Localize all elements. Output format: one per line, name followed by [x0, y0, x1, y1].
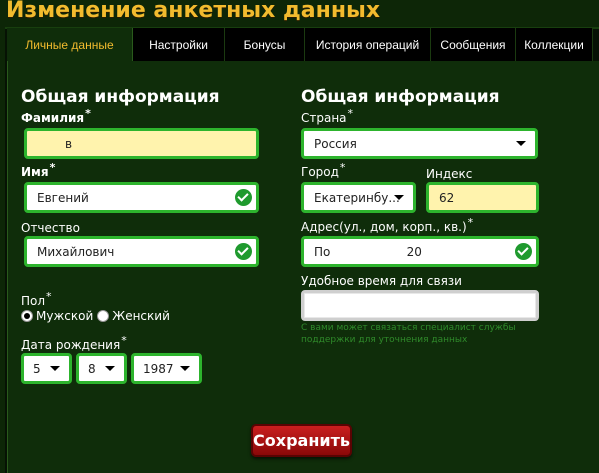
gender-male-label: Мужской: [36, 309, 94, 323]
save-button[interactable]: Сохранить: [251, 424, 352, 457]
country-label: Страна*: [301, 107, 354, 125]
chevron-down-icon: [394, 195, 404, 200]
gender-female-radio[interactable]: [97, 310, 110, 322]
gender-male-radio[interactable]: [21, 310, 33, 322]
index-input[interactable]: 62: [426, 182, 539, 213]
gender-radio-group: Мужской Женский: [21, 309, 170, 323]
tab-personal-data[interactable]: Личные данные: [7, 28, 133, 61]
left-section-title: Общая информация: [21, 87, 220, 107]
gender-label: Пол*: [21, 290, 52, 308]
tab-bar: Личные данные Настройки Бонусы История о…: [7, 28, 593, 61]
birth-day-select[interactable]: 5: [21, 353, 72, 384]
patronymic-input[interactable]: Михайлович: [24, 236, 259, 267]
birth-year-select[interactable]: 1987: [131, 353, 202, 384]
city-select[interactable]: Екатеринбу...: [301, 182, 416, 213]
tab-messages[interactable]: Сообщения: [431, 28, 516, 61]
chevron-down-icon: [180, 366, 190, 371]
tab-collections[interactable]: Коллекции: [516, 28, 593, 61]
support-hint-text: С вами может связаться специалист службы…: [301, 323, 516, 345]
tab-history[interactable]: История операций: [305, 28, 431, 61]
birth-month-select[interactable]: 8: [76, 353, 127, 384]
chevron-down-icon: [105, 366, 115, 371]
address-input[interactable]: По 20: [301, 236, 539, 267]
surname-input[interactable]: в: [24, 128, 259, 159]
contact-time-label: Удобное время для связи: [301, 274, 462, 288]
chevron-down-icon: [516, 141, 526, 146]
name-label: Имя*: [21, 161, 56, 179]
birthdate-label: Дата рождения*: [21, 334, 127, 352]
valid-check-icon: [235, 243, 252, 260]
index-label: Индекс: [426, 167, 473, 181]
name-input[interactable]: Евгений: [24, 182, 259, 213]
country-select[interactable]: Россия: [301, 128, 538, 159]
tab-bonuses[interactable]: Бонусы: [225, 28, 305, 61]
address-label: Адрес(ул., дом, корп., кв.)*: [301, 216, 474, 234]
form-panel: Общая информация Фамилия* в Имя* Евгений…: [7, 61, 599, 473]
gender-female-label: Женский: [112, 309, 170, 323]
tab-settings[interactable]: Настройки: [133, 28, 225, 61]
patronymic-label: Отчество: [21, 221, 80, 235]
city-label: Город*: [301, 161, 346, 179]
contact-time-input[interactable]: [301, 290, 539, 321]
surname-label: Фамилия*: [21, 107, 91, 125]
right-section-title: Общая информация: [301, 87, 500, 107]
page-title: Изменение анкетных данных: [6, 0, 381, 23]
valid-check-icon: [235, 189, 252, 206]
valid-check-icon: [515, 243, 532, 260]
chevron-down-icon: [50, 366, 60, 371]
